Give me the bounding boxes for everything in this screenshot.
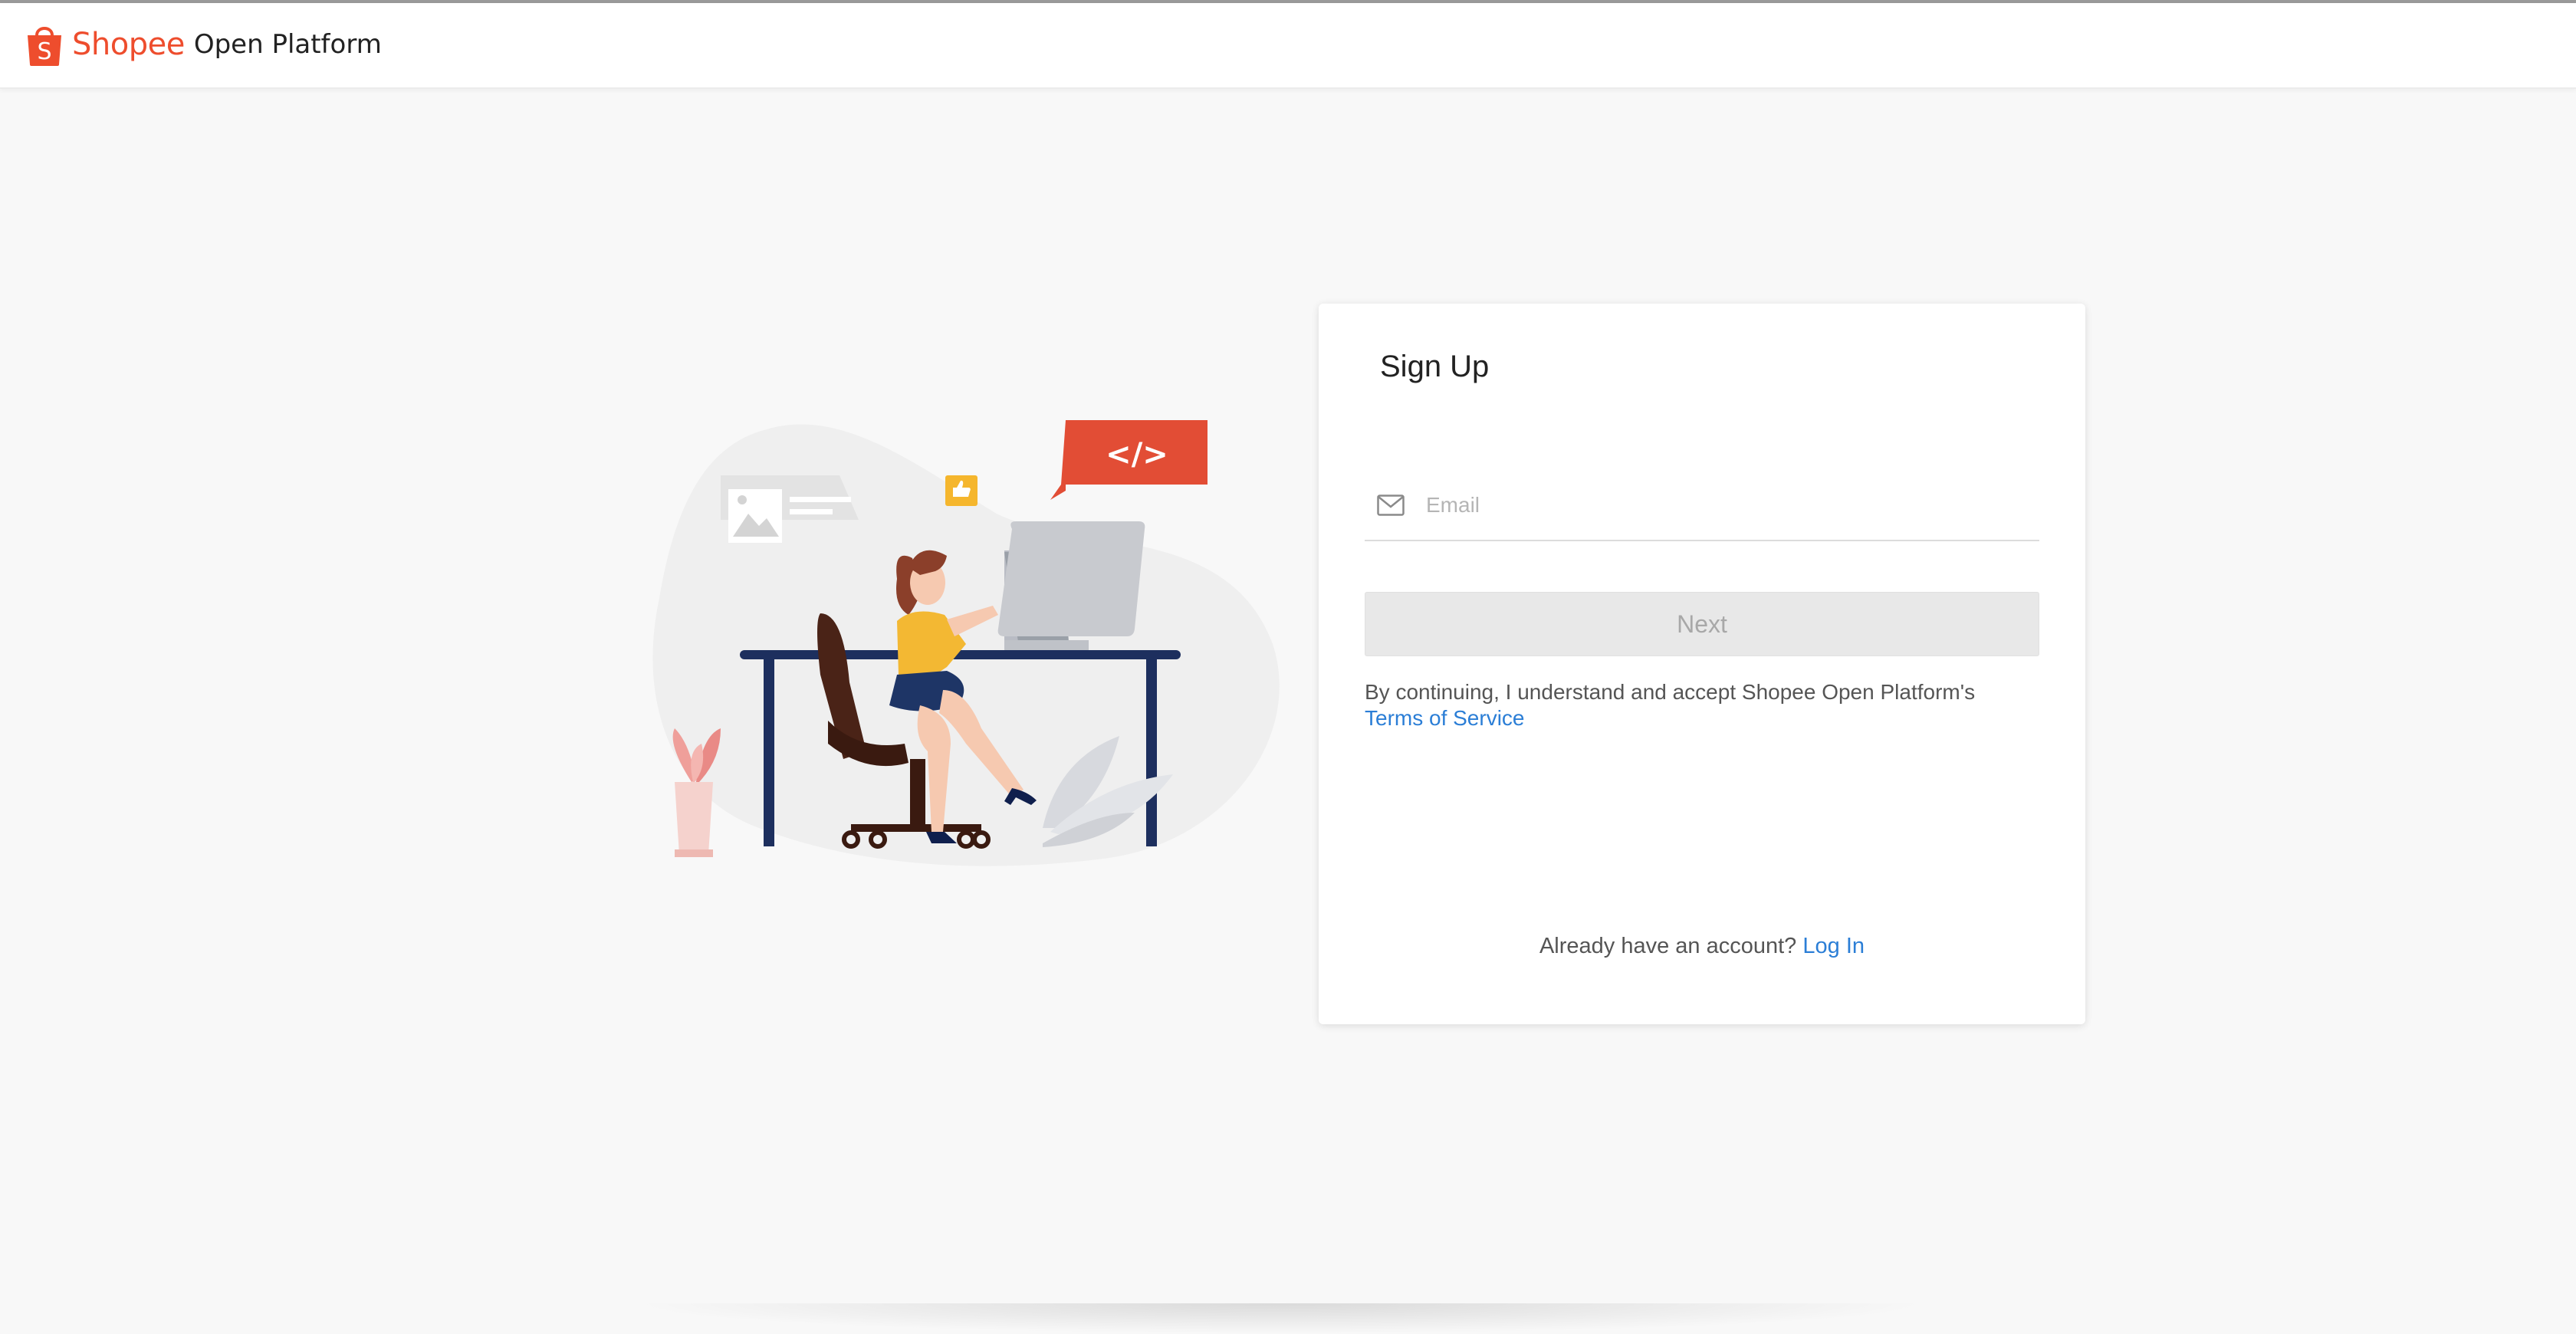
logo-brand-text: Shopee xyxy=(72,27,185,62)
shopping-bag-icon: S xyxy=(28,27,61,66)
email-field-row xyxy=(1365,471,2039,541)
login-prompt-row: Already have an account? Log In xyxy=(1319,934,2085,959)
terms-notice: By continuing, I understand and accept S… xyxy=(1365,679,2039,731)
log-in-link[interactable]: Log In xyxy=(1802,934,1865,958)
email-input[interactable] xyxy=(1424,482,2039,528)
terms-of-service-link[interactable]: Terms of Service xyxy=(1365,706,1525,730)
thumbs-up-icon xyxy=(945,475,978,506)
top-header: S Shopee Open Platform xyxy=(0,3,2576,89)
next-button[interactable]: Next xyxy=(1365,592,2039,656)
logo-product-text: Open Platform xyxy=(193,29,382,60)
shopee-open-platform-logo[interactable]: S Shopee Open Platform xyxy=(25,20,382,69)
svg-text:S: S xyxy=(37,38,51,65)
terms-text: By continuing, I understand and accept S… xyxy=(1365,680,1976,704)
bottom-shadow xyxy=(629,1303,1932,1334)
developer-illustration: </> xyxy=(652,420,1280,866)
signup-title: Sign Up xyxy=(1380,350,1490,383)
code-speech-bubble-icon: </> xyxy=(1050,420,1208,500)
svg-text:</>: </> xyxy=(1106,437,1168,472)
monitor xyxy=(997,521,1145,652)
mail-icon xyxy=(1377,495,1405,516)
login-prompt-text: Already have an account? xyxy=(1539,934,1797,958)
signup-card: Sign Up Next By continuing, I understand… xyxy=(1319,304,2085,1024)
